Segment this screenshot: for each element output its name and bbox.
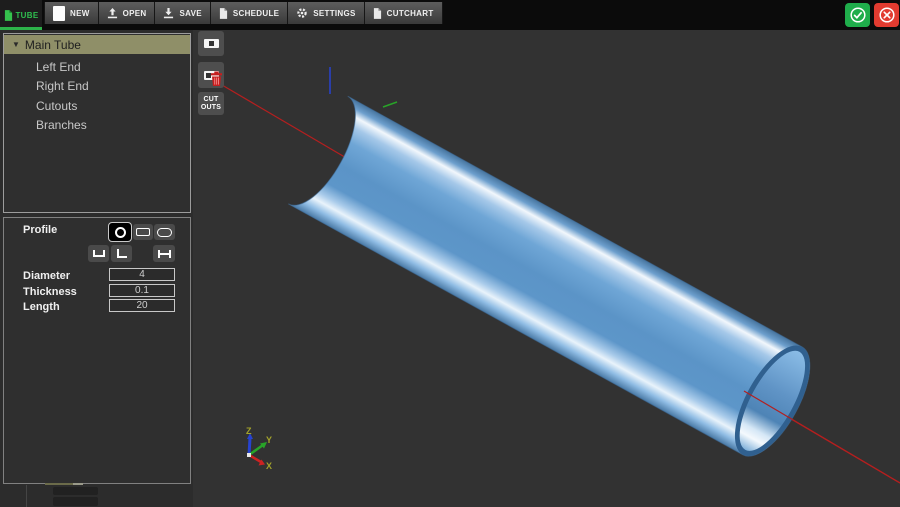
cut-outs-button[interactable]: CUT OUTS <box>198 92 224 115</box>
x-circle-icon <box>878 6 896 24</box>
tree-item-main-tube[interactable]: ▼ Main Tube <box>4 35 190 54</box>
part-display-button[interactable] <box>198 31 224 56</box>
cut-outs-label: CUT OUTS <box>199 96 223 112</box>
open-button[interactable]: OPEN <box>99 2 156 24</box>
new-button[interactable]: NEW <box>44 2 99 24</box>
l-angle-profile-icon <box>117 249 127 258</box>
diameter-input[interactable] <box>109 268 175 281</box>
save-button[interactable]: SAVE <box>155 2 210 24</box>
tree-item-branches[interactable]: Branches <box>4 116 190 136</box>
part-rect-icon <box>204 39 219 48</box>
profile-circle-button[interactable] <box>109 223 131 241</box>
profile-obround-button[interactable] <box>154 224 175 240</box>
toolbar-buttons: NEW OPEN SAVE SCHEDULE <box>44 2 443 24</box>
viewport-3d[interactable] <box>193 30 900 507</box>
cutchart-button[interactable]: CUTCHART <box>365 2 443 24</box>
tube-file-icon <box>4 10 13 21</box>
profile-label: Profile <box>23 224 57 236</box>
partial-divider <box>26 485 27 507</box>
partial-hidden-row-highlight <box>73 483 83 485</box>
save-download-icon <box>163 7 174 19</box>
flat-bar-profile-icon <box>158 250 171 258</box>
tree-item-right-end[interactable]: Right End <box>4 77 190 97</box>
profile-l-angle-button[interactable] <box>111 245 132 262</box>
open-upload-icon <box>107 7 118 19</box>
tab-tube-label: TUBE <box>16 11 39 20</box>
tree-children: Left End Right End Cutouts Branches <box>4 54 190 135</box>
tab-tube[interactable]: TUBE <box>0 0 42 30</box>
schedule-button[interactable]: SCHEDULE <box>211 2 288 24</box>
circle-profile-icon <box>115 227 126 238</box>
settings-button[interactable]: SETTINGS <box>288 2 364 24</box>
length-input[interactable] <box>109 299 175 312</box>
partial-field-2[interactable] <box>53 497 98 506</box>
schedule-file-icon <box>219 8 228 19</box>
partial-field-1[interactable] <box>53 487 98 495</box>
collapse-caret-icon[interactable]: ▼ <box>12 40 20 49</box>
confirm-button[interactable] <box>845 3 870 27</box>
new-file-icon <box>53 6 65 21</box>
profile-u-channel-button[interactable] <box>88 245 109 262</box>
thickness-label: Thickness <box>23 286 77 298</box>
tree-item-left-end[interactable]: Left End <box>4 57 190 77</box>
tree-item-cutouts[interactable]: Cutouts <box>4 96 190 116</box>
length-label: Length <box>23 301 60 313</box>
u-channel-profile-icon <box>93 250 105 257</box>
tree-item-label: Main Tube <box>25 38 81 52</box>
settings-gear-icon <box>296 7 308 19</box>
obround-profile-icon <box>157 228 172 237</box>
profile-flat-bar-button[interactable] <box>153 245 175 262</box>
top-toolbar: TUBE NEW OPEN SAVE SCHEDULE <box>0 0 900 30</box>
delete-part-button[interactable] <box>198 62 224 88</box>
active-tab-underline <box>0 27 42 30</box>
rectangle-profile-icon <box>136 228 150 236</box>
properties-panel: Profile Diameter Thickness Length <box>3 217 191 484</box>
model-tree-panel: ▼ Main Tube Left End Right End Cutouts B… <box>3 33 191 213</box>
cancel-button[interactable] <box>874 3 899 27</box>
check-circle-icon <box>849 6 867 24</box>
diameter-label: Diameter <box>23 270 70 282</box>
part-rect-icon <box>204 71 219 80</box>
cutchart-file-icon <box>373 8 382 19</box>
thickness-input[interactable] <box>109 284 175 297</box>
profile-rectangle-button[interactable] <box>133 224 153 240</box>
